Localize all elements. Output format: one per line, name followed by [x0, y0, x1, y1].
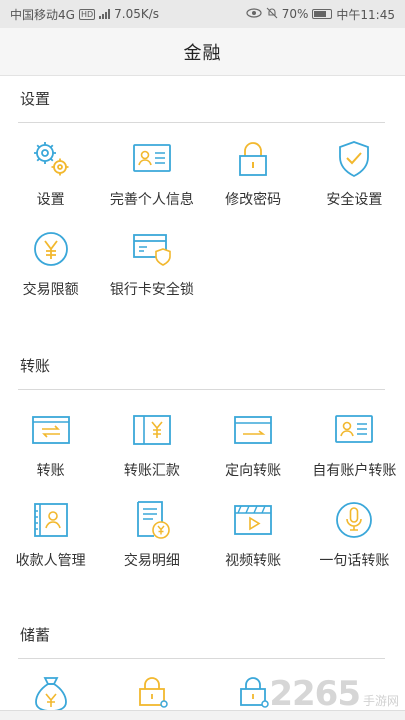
microphone-icon — [336, 502, 373, 538]
item-label: 修改密码 — [225, 192, 282, 208]
item-label: 视频转账 — [225, 553, 282, 569]
directed-transfer-item[interactable]: 定向转账 — [203, 408, 304, 498]
item-label: 一句话转账 — [319, 553, 390, 569]
item-label: 自有账户转账 — [312, 463, 397, 479]
section-divider — [18, 122, 385, 123]
item-label: 交易明细 — [123, 553, 180, 569]
yuan-card-icon — [132, 415, 171, 445]
network-speed: 7.05K/s — [114, 7, 160, 21]
section-divider — [18, 389, 385, 390]
voice-transfer-item[interactable]: 一句话转账 — [304, 498, 405, 588]
item-label: 转账 — [36, 463, 65, 479]
directed-transfer-icon — [234, 416, 273, 444]
status-bar: 中国移动4G HD 7.05K/s 70% 中午11:45 — [0, 0, 405, 28]
item-label: 设置 — [36, 192, 65, 208]
transfer-item[interactable]: 转账 — [0, 408, 101, 498]
mute-bell-icon — [266, 7, 278, 22]
section-title-transfer: 转账 — [20, 357, 51, 375]
item-label: 完善个人信息 — [109, 192, 194, 208]
lock-icon — [239, 142, 268, 176]
settings-item[interactable]: 设置 — [0, 137, 101, 227]
id-card-icon — [132, 144, 171, 172]
security-settings-item[interactable]: 安全设置 — [304, 137, 405, 227]
statement-icon — [136, 501, 170, 539]
page-title: 金融 — [183, 42, 222, 64]
watermark-text: 手游网 — [362, 694, 399, 708]
eye-icon — [246, 7, 262, 21]
transfer-grid: 转账 转账汇款 定向转账 自有账户转账 收款人管理 交易明细 视频转账 一句话转… — [0, 408, 405, 588]
hd-icon: HD — [78, 8, 96, 20]
card-shield-icon — [132, 234, 171, 266]
carrier-label: 中国移动4G — [10, 7, 75, 22]
item-label: 银行卡安全锁 — [109, 282, 194, 298]
yuan-coin-icon — [33, 232, 68, 266]
watermark-number: 2265 — [269, 674, 361, 714]
signal-icon — [99, 9, 111, 19]
clock: 中午11:45 — [336, 7, 395, 22]
video-icon — [234, 505, 273, 535]
transaction-details-item[interactable]: 交易明细 — [101, 498, 202, 588]
item-label: 交易限额 — [22, 282, 79, 298]
transaction-limit-item[interactable]: 交易限额 — [0, 227, 101, 317]
payee-book-icon — [33, 503, 68, 537]
transfer-card-icon — [31, 416, 70, 444]
complete-profile-item[interactable]: 完善个人信息 — [101, 137, 202, 227]
remittance-item[interactable]: 转账汇款 — [101, 408, 202, 498]
section-divider — [18, 658, 385, 659]
battery-percent: 70% — [281, 7, 309, 21]
video-transfer-item[interactable]: 视频转账 — [203, 498, 304, 588]
settings-grid: 设置 完善个人信息 修改密码 安全设置 交易限额 银行卡安全锁 — [0, 137, 405, 317]
nav-bar: 金融 — [0, 28, 405, 76]
own-account-transfer-item[interactable]: 自有账户转账 — [304, 408, 405, 498]
item-label: 安全设置 — [326, 192, 383, 208]
battery-icon — [312, 9, 333, 19]
section-title-savings: 储蓄 — [20, 626, 51, 644]
change-password-item[interactable]: 修改密码 — [203, 137, 304, 227]
own-account-card-icon — [335, 415, 374, 443]
payee-management-item[interactable]: 收款人管理 — [0, 498, 101, 588]
watermark: 2265 手游网 — [269, 674, 399, 714]
item-label: 转账汇款 — [123, 463, 180, 479]
item-label: 定向转账 — [225, 463, 282, 479]
card-security-lock-item[interactable]: 银行卡安全锁 — [101, 227, 202, 317]
gears-icon — [33, 142, 69, 176]
shield-check-icon — [339, 141, 370, 178]
item-label: 收款人管理 — [15, 553, 86, 569]
section-title-settings: 设置 — [20, 90, 51, 108]
